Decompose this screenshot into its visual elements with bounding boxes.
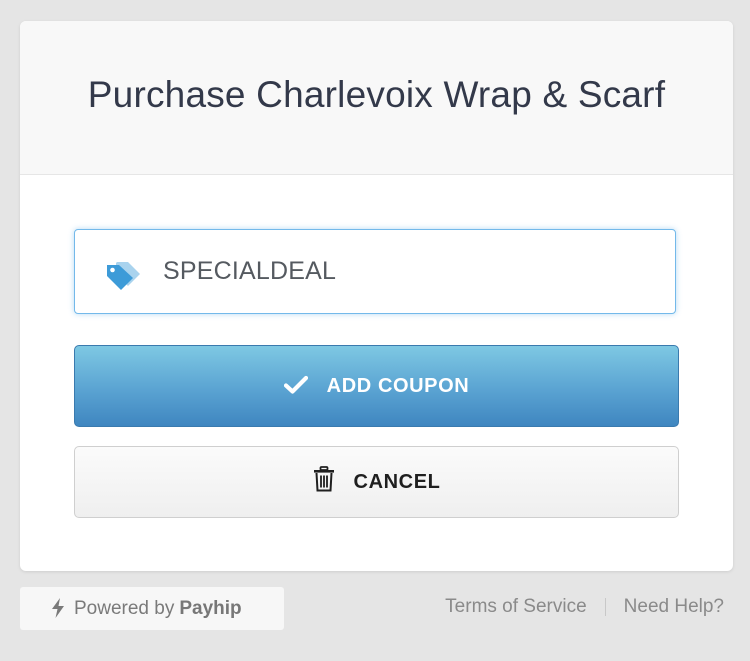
footer-divider bbox=[604, 598, 606, 616]
coupon-code-input[interactable] bbox=[163, 230, 663, 313]
modal-title: Purchase Charlevoix Wrap & Scarf bbox=[87, 73, 666, 115]
payhip-brand: Payhip bbox=[179, 597, 242, 619]
terms-of-service-link[interactable]: Terms of Service bbox=[445, 596, 586, 618]
tag-icon bbox=[107, 262, 140, 290]
bolt-icon bbox=[52, 597, 64, 618]
cancel-label: CANCEL bbox=[353, 470, 441, 493]
need-help-link[interactable]: Need Help? bbox=[624, 596, 724, 618]
coupon-field[interactable] bbox=[74, 229, 676, 314]
add-coupon-button[interactable]: ADD COUPON bbox=[74, 345, 679, 427]
trash-icon bbox=[313, 466, 334, 492]
modal-header: Purchase Charlevoix Wrap & Scarf bbox=[20, 21, 733, 175]
coupon-modal: Purchase Charlevoix Wrap & Scarf ADD COU… bbox=[20, 21, 733, 571]
footer-links: Terms of Service Need Help? bbox=[445, 596, 724, 618]
cancel-button[interactable]: CANCEL bbox=[74, 446, 679, 518]
powered-by-text: Powered by bbox=[74, 597, 175, 619]
check-icon bbox=[283, 375, 308, 394]
powered-by-badge[interactable]: Powered by Payhip bbox=[20, 587, 284, 630]
add-coupon-label: ADD COUPON bbox=[326, 374, 470, 397]
